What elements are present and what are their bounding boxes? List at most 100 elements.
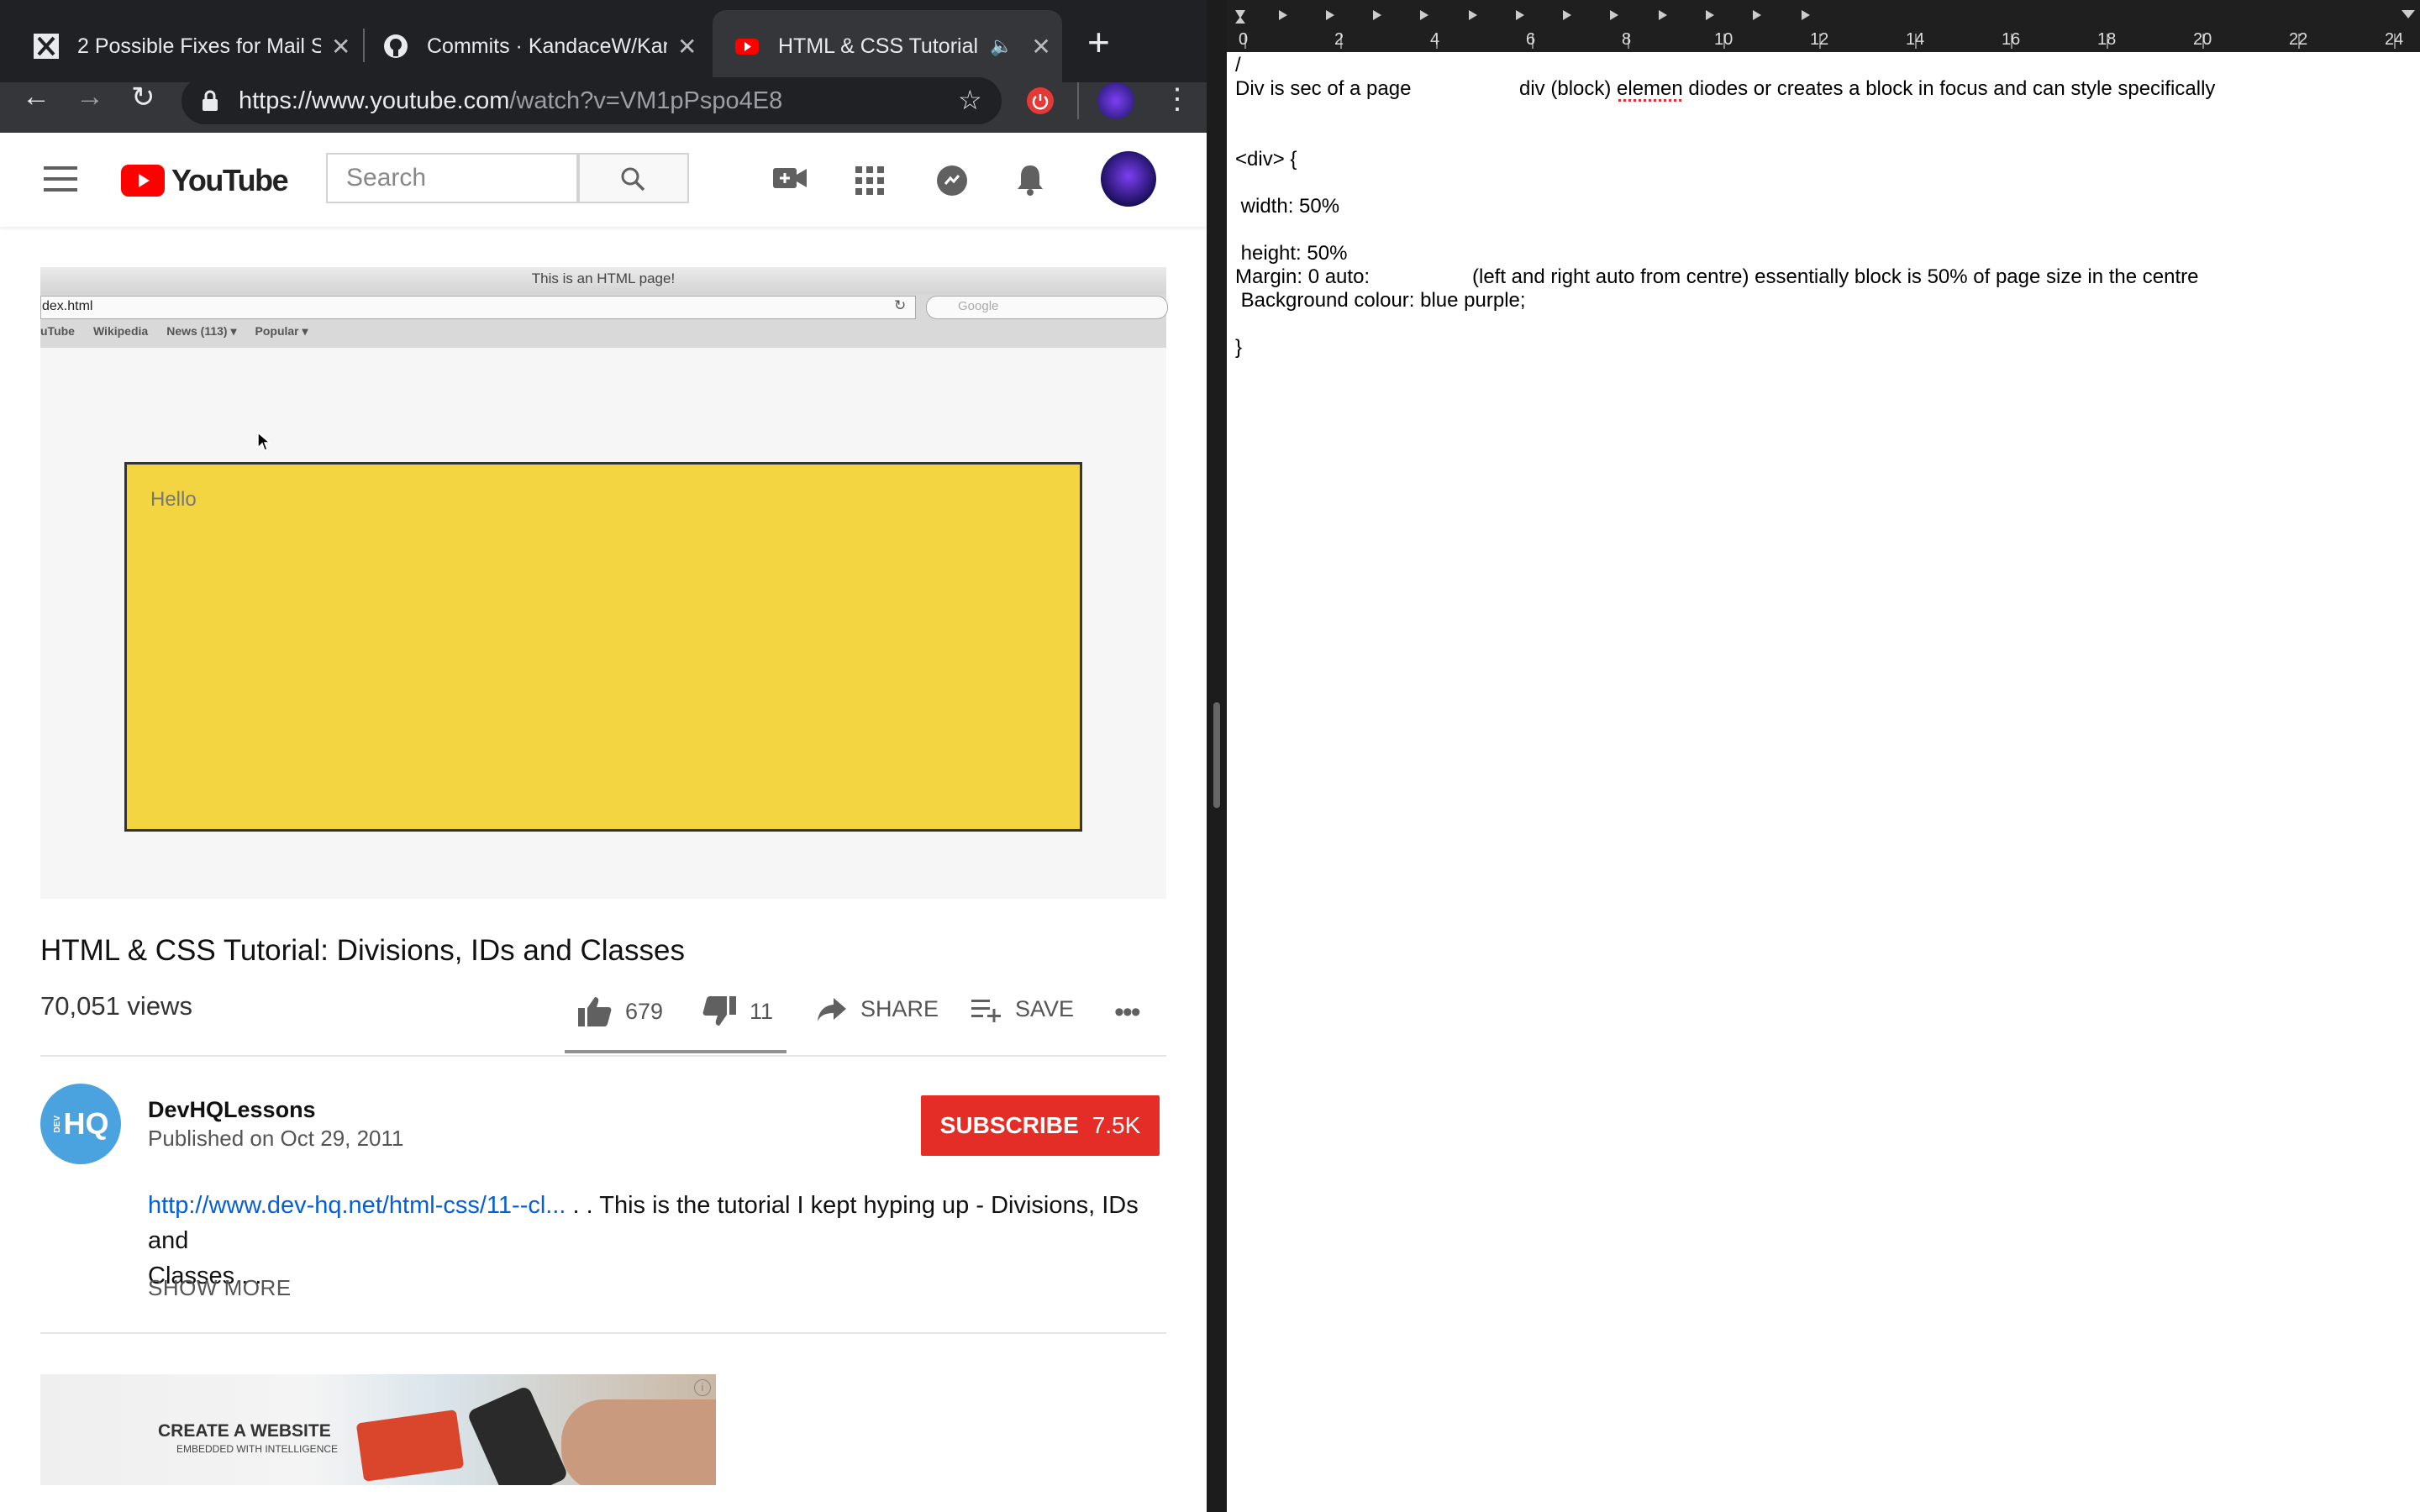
dislike-button[interactable]: 11: [702, 996, 773, 1026]
ruler-number: 20: [2193, 30, 2212, 49]
doc-line: div (block) elemen diodes or creates a b…: [1519, 77, 2216, 100]
doc-line: <div> {: [1235, 148, 1297, 171]
bookmark-star-icon[interactable]: ☆: [958, 84, 982, 116]
save-button[interactable]: SAVE: [971, 996, 1074, 1022]
youtube-wordmark: YouTube: [171, 163, 289, 197]
apps-grid-icon[interactable]: [855, 166, 884, 199]
ruler: 0 2 4 6 8 10 12 14 16 18 20 22 24: [1227, 0, 2420, 52]
divider-line: [40, 1055, 1166, 1057]
forward-arrow-icon[interactable]: →: [76, 81, 104, 113]
save-label: SAVE: [1015, 996, 1075, 1021]
video-reload-icon: ↻: [894, 297, 907, 313]
description-link[interactable]: http://www.dev-hq.net/html-css/11--cl...: [148, 1192, 566, 1219]
video-window-title: This is an HTML page!: [531, 270, 676, 286]
avatar-small-text: DEV: [52, 1115, 62, 1133]
channel-name[interactable]: DevHQLessons: [148, 1097, 316, 1123]
search-button[interactable]: [578, 153, 689, 203]
ad-banner[interactable]: CREATE A WEBSITE EMBEDDED WITH INTELLIGE…: [40, 1374, 716, 1485]
messages-icon[interactable]: [936, 165, 968, 201]
power-extension-icon[interactable]: [1027, 87, 1054, 114]
ruler-number: 10: [1714, 30, 1733, 49]
ruler-number: 8: [1622, 30, 1632, 49]
close-tab-icon[interactable]: ✕: [331, 33, 350, 60]
show-more-button[interactable]: SHOW MORE: [148, 1275, 292, 1301]
left-indent-marker: [1235, 17, 1245, 24]
reload-icon[interactable]: ↻: [131, 81, 155, 114]
ruler-number: 16: [2002, 30, 2021, 49]
lock-icon[interactable]: [200, 89, 220, 117]
ruler-number: 0: [1239, 30, 1249, 49]
profile-avatar[interactable]: [1097, 82, 1134, 119]
like-count: 679: [625, 998, 664, 1024]
browser-window: 2 Possible Fixes for Mail S ✕ Commits · …: [0, 0, 1207, 1512]
video-description: http://www.dev-hq.net/html-css/11--cl...…: [148, 1188, 1165, 1294]
close-tab-icon[interactable]: ✕: [677, 33, 697, 60]
user-avatar[interactable]: [1101, 151, 1156, 207]
toolbar-divider: [1077, 82, 1079, 119]
dislike-count: 11: [750, 998, 774, 1024]
ad-tablet-image: [355, 1409, 465, 1483]
scrollbar-handle[interactable]: [1213, 702, 1220, 808]
subscribe-button[interactable]: SUBSCRIBE 7.5K: [921, 1095, 1160, 1156]
thumbs-down-icon: [702, 996, 736, 1026]
publish-date: Published on Oct 29, 2011: [148, 1126, 404, 1151]
subscriber-count: 7.5K: [1092, 1112, 1141, 1138]
doc-line: Background colour: blue purple;: [1235, 289, 1526, 312]
thumbs-up-icon: [578, 997, 612, 1026]
tab-github-commits[interactable]: Commits · KandaceW/Kar ✕: [350, 10, 714, 82]
tab-title: Commits · KandaceW/Kar: [427, 34, 667, 58]
like-ratio-bar: [565, 1050, 786, 1053]
doc-line: Div is sec of a page: [1235, 77, 1412, 100]
hamburger-menu-icon[interactable]: [44, 166, 77, 196]
notifications-bell-icon[interactable]: [1015, 163, 1045, 201]
share-button[interactable]: SHARE: [817, 996, 939, 1022]
video-bookmarks-bar: uTube Wikipedia News (113) ▾ Popular ▾: [40, 324, 308, 339]
video-search-hint: Google: [958, 299, 999, 313]
video-address-field: [40, 296, 916, 319]
ad-info-icon[interactable]: i: [694, 1379, 711, 1396]
more-actions-icon[interactable]: •••: [1114, 996, 1141, 1029]
video-bookmark: Popular ▾: [255, 324, 308, 338]
like-button[interactable]: 679: [578, 996, 663, 1026]
video-bookmark: Wikipedia: [92, 324, 149, 338]
ruler-number: 24: [2385, 30, 2404, 49]
ad-hand-image: [561, 1399, 716, 1485]
search-placeholder: Search: [346, 164, 427, 192]
new-tab-button[interactable]: +: [1087, 18, 1110, 66]
ad-phone-image: [466, 1384, 569, 1485]
search-input[interactable]: Search: [326, 153, 578, 203]
close-tab-icon[interactable]: ✕: [1031, 33, 1050, 60]
doc-line: height: 50%: [1235, 242, 1348, 265]
ruler-number: 12: [1810, 30, 1829, 49]
speaker-icon[interactable]: 🔈: [990, 35, 1013, 57]
tab-youtube-tutorial[interactable]: HTML & CSS Tutorial 🔈 ✕: [713, 10, 1062, 82]
back-arrow-icon[interactable]: ←: [22, 81, 50, 113]
youtube-logo[interactable]: YouTube: [121, 163, 289, 198]
right-indent-marker: [2402, 10, 2415, 18]
share-label: SHARE: [860, 996, 939, 1021]
url-text: https://www.youtube.com/watch?v=VM1pPspo…: [239, 87, 782, 115]
ad-subline: EMBEDDED WITH INTELLIGENCE: [176, 1443, 339, 1455]
ruler-number: 2: [1334, 30, 1344, 49]
subscribe-label: SUBSCRIBE: [939, 1112, 1079, 1138]
video-bookmark: uTube: [40, 324, 75, 338]
divider-line: [40, 1332, 1166, 1334]
doc-line: /: [1235, 54, 1241, 76]
create-video-icon[interactable]: [773, 166, 807, 194]
video-address-text: dex.html: [42, 299, 93, 313]
url-host: https://www.youtube.com: [239, 87, 510, 114]
youtube-play-icon: [121, 165, 165, 197]
chrome-menu-icon[interactable]: ⋮: [1163, 82, 1192, 116]
youtube-icon: [734, 34, 760, 59]
avatar-text: HQ: [63, 1106, 109, 1141]
mouse-cursor-icon: [257, 431, 272, 456]
channel-avatar[interactable]: DEV HQ: [40, 1084, 121, 1164]
search-icon: [621, 167, 645, 192]
yellow-div-block: Hello: [124, 462, 1082, 832]
ruler-number: 14: [1906, 30, 1925, 49]
tab-mail-fixes[interactable]: 2 Possible Fixes for Mail S ✕: [0, 10, 361, 82]
ruler-number: 4: [1430, 30, 1440, 49]
text-document[interactable]: [1227, 0, 2420, 1512]
add-to-playlist-icon: [971, 999, 1001, 1022]
tab-title: HTML & CSS Tutorial: [778, 34, 979, 58]
